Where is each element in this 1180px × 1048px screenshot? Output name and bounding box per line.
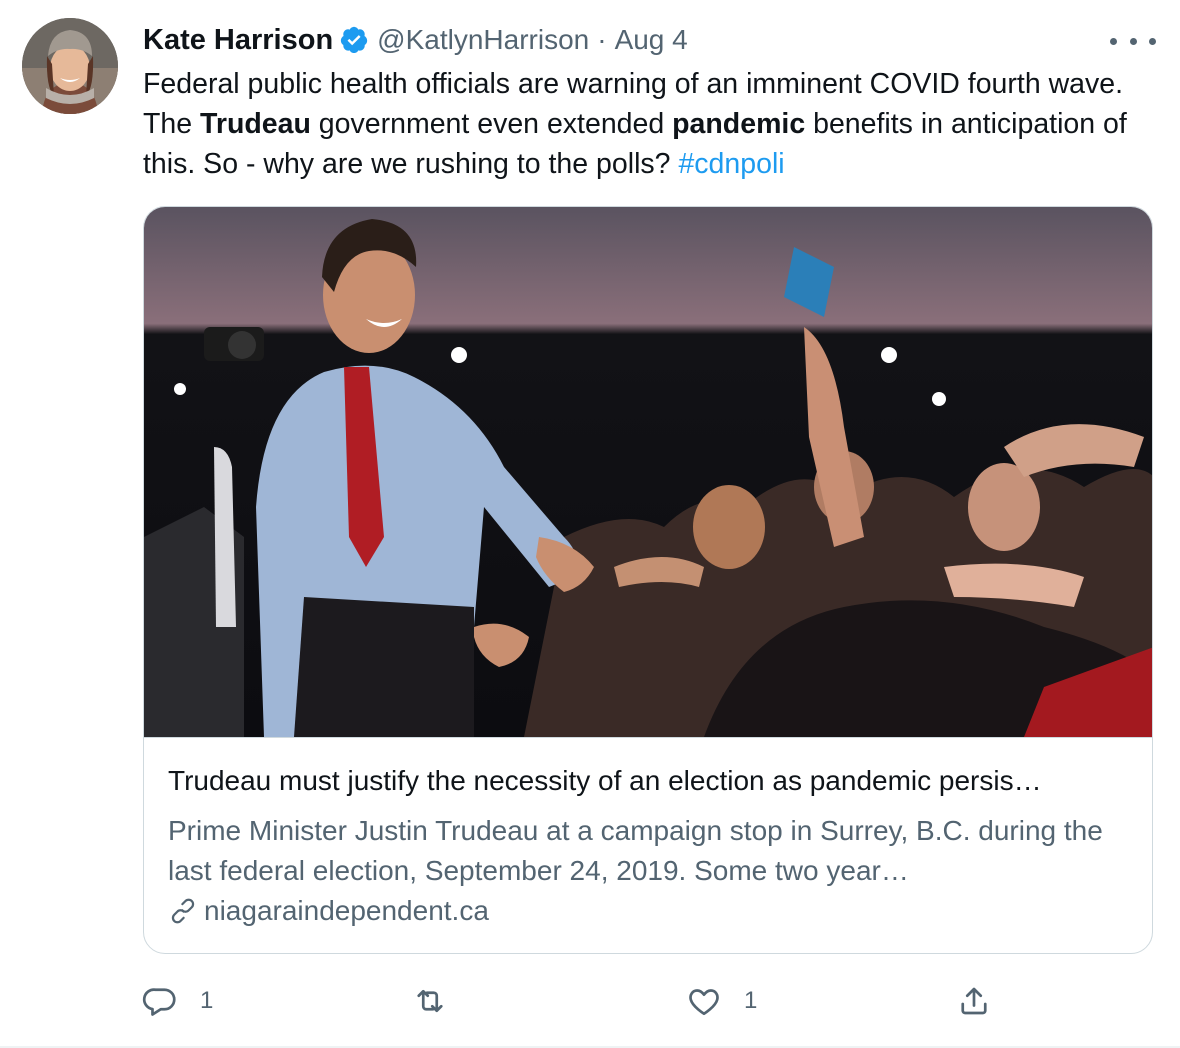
tweet-date[interactable]: Aug 4 <box>615 24 688 56</box>
tweet-actions: 1 1 <box>0 976 1180 1026</box>
card-image[interactable] <box>144 207 1152 738</box>
retweet-icon <box>417 989 443 1013</box>
verified-badge-icon <box>341 26 368 54</box>
tweet[interactable]: Kate Harrison @KatlynHarrison · Aug 4 Fe… <box>0 0 1180 1048</box>
share-button[interactable] <box>956 976 992 1026</box>
link-card[interactable]: Trudeau must justify the necessity of an… <box>143 206 1153 954</box>
card-photo <box>144 207 1152 737</box>
author-handle[interactable]: @KatlynHarrison <box>377 24 589 56</box>
hashtag-link[interactable]: #cdnpoli <box>678 148 784 180</box>
reply-button[interactable]: 1 <box>142 976 213 1026</box>
card-title[interactable]: Trudeau must justify the necessity of an… <box>168 765 1128 797</box>
card-description: Prime Minister Justin Trudeau at a campa… <box>168 815 1103 886</box>
tweet-text: Federal public health officials are warn… <box>143 64 1153 184</box>
avatar-photo <box>22 18 118 114</box>
card-domain: niagaraindependent.ca <box>204 895 489 926</box>
tweet-text-segment: government even extended <box>310 108 673 140</box>
card-domain-link[interactable]: niagaraindependent.ca <box>168 895 489 927</box>
tweet-text-bold: Trudeau <box>200 108 311 140</box>
reply-icon <box>142 988 176 1016</box>
tweet-header: Kate Harrison @KatlynHarrison · Aug 4 <box>143 22 688 58</box>
author-name[interactable]: Kate Harrison <box>143 24 333 57</box>
link-icon <box>171 898 195 924</box>
more-icon[interactable] <box>1110 28 1156 54</box>
share-icon <box>961 987 987 1015</box>
tweet-text-bold: pandemic <box>672 108 806 140</box>
like-count: 1 <box>744 987 758 1014</box>
like-button[interactable]: 1 <box>686 976 757 1026</box>
separator-dot: · <box>597 24 607 55</box>
retweet-button[interactable] <box>412 976 470 1026</box>
reply-count: 1 <box>200 987 214 1014</box>
avatar[interactable] <box>22 18 118 114</box>
like-icon <box>689 989 719 1016</box>
